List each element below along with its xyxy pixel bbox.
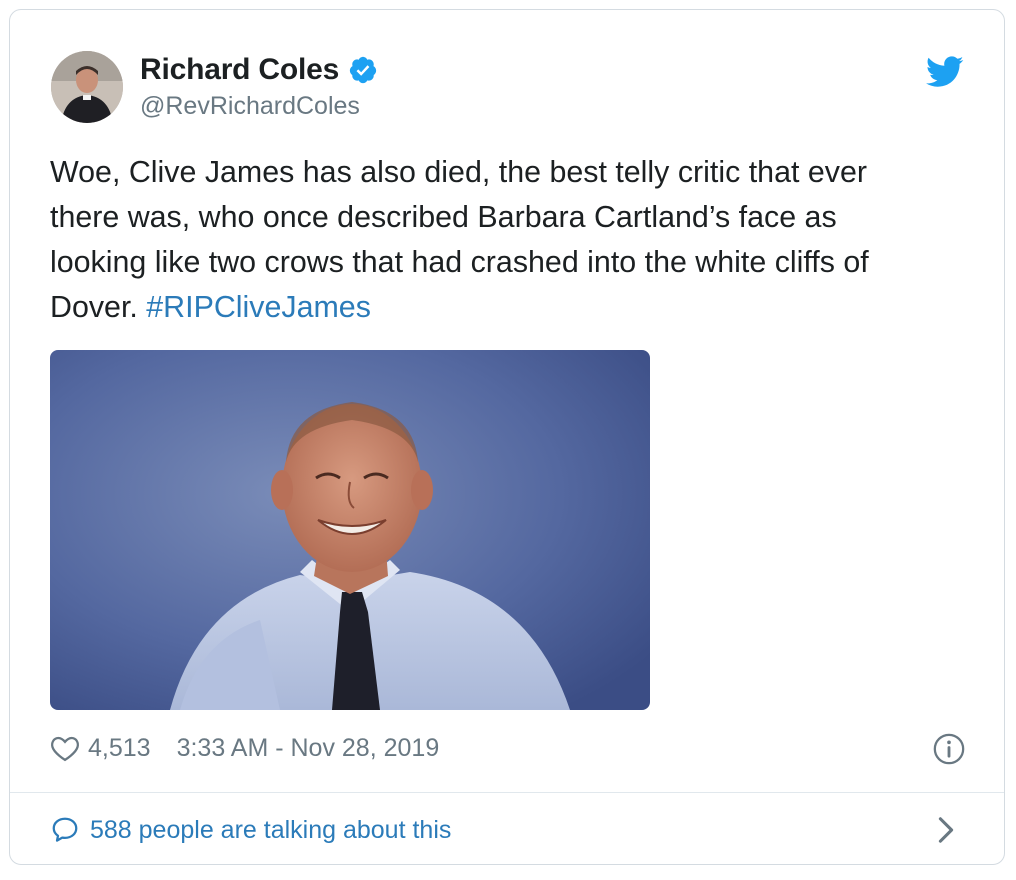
tweet-text-line-2: there was, who once described Barbara Ca… <box>50 200 837 234</box>
avatar[interactable] <box>51 51 123 123</box>
chevron-right-icon[interactable] <box>936 816 956 844</box>
tweet-text: Woe, Clive James has also died, the best… <box>50 150 950 330</box>
author-block: Richard Coles @RevRichardColes <box>140 52 378 121</box>
footer-divider <box>10 792 1004 793</box>
tweet-text-line-1: Woe, Clive James has also died, the best… <box>50 155 867 189</box>
tweet-meta: 4,513 3:33 AM - Nov 28, 2019 <box>50 730 439 766</box>
info-icon[interactable] <box>932 732 966 766</box>
tweet-text-line-3: looking like two crows that had crashed … <box>50 245 869 279</box>
like-count[interactable]: 4,513 <box>88 734 151 763</box>
tweet-card: Richard Coles @RevRichardColes Woe, Cliv… <box>9 9 1005 865</box>
author-handle[interactable]: @RevRichardColes <box>140 92 378 121</box>
tweet-timestamp[interactable]: 3:33 AM - Nov 28, 2019 <box>177 734 440 763</box>
tweet-text-line-4: Dover. <box>50 290 147 324</box>
hashtag-link[interactable]: #RIPCliveJames <box>146 290 371 324</box>
talking-about-link[interactable]: 588 people are talking about this <box>50 810 451 850</box>
author-name-row: Richard Coles <box>140 52 378 88</box>
verified-badge-icon <box>348 55 378 85</box>
comment-bubble-icon <box>50 815 80 845</box>
heart-icon[interactable] <box>50 734 80 762</box>
tweet-photo[interactable] <box>50 350 650 710</box>
twitter-bird-icon[interactable] <box>925 56 964 88</box>
author-name[interactable]: Richard Coles <box>140 53 339 87</box>
talking-about-label[interactable]: 588 people are talking about this <box>90 816 451 845</box>
